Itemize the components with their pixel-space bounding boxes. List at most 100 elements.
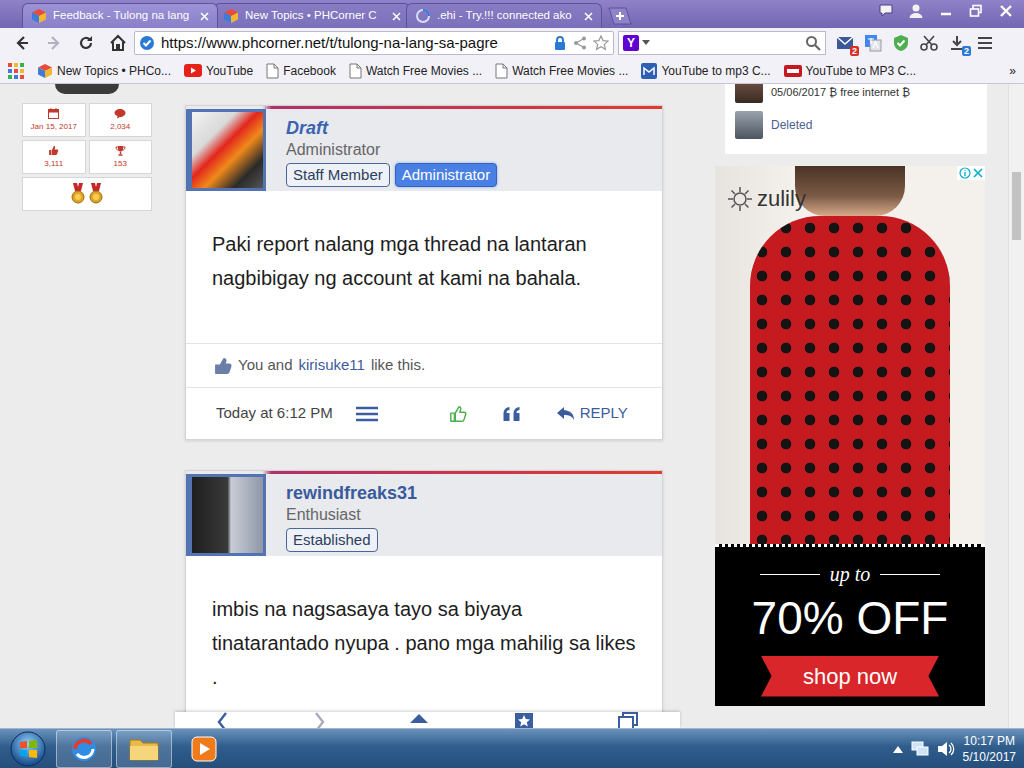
stat-box[interactable]: 2,034	[89, 103, 153, 137]
magnifier-icon[interactable]	[805, 35, 821, 51]
liker-link[interactable]: kirisuke11	[299, 354, 365, 377]
scissors-icon[interactable]	[918, 32, 940, 54]
mail-icon[interactable]: 2	[834, 32, 856, 54]
ad-close-icon[interactable]	[973, 168, 983, 178]
browser-tab[interactable]: .ehi - Try.!!! connected ako	[406, 3, 602, 28]
reply-button[interactable]: REPLY	[557, 402, 628, 425]
bookmark-label[interactable]: YouTube to mp3 C...	[661, 62, 770, 80]
quote-icon[interactable]	[503, 407, 521, 421]
ad-choices[interactable]	[957, 166, 985, 180]
url-text[interactable]: https://www.phcorner.net/t/tulong-na-lan…	[161, 32, 547, 55]
brand-name[interactable]: zulily	[757, 182, 806, 215]
stat-box[interactable]: Jan 15, 2017	[22, 103, 86, 137]
bookmark-star-icon[interactable]	[593, 35, 609, 51]
more-bookmarks-button[interactable]: »	[1009, 62, 1016, 80]
start-orb-icon[interactable]	[0, 729, 56, 768]
ad-info-icon[interactable]	[959, 167, 971, 179]
bookmark-label[interactable]: YouTube to MP3 C...	[806, 62, 917, 80]
browser-tab[interactable]: Feedback - Tulong na lang	[22, 3, 218, 28]
stat-box[interactable]: 153	[89, 140, 153, 174]
network-icon[interactable]	[911, 741, 929, 757]
author-avatar[interactable]	[186, 109, 266, 191]
show-hidden-icons-icon[interactable]	[893, 745, 903, 753]
reply-label[interactable]: REPLY	[580, 402, 628, 425]
bookmark-label[interactable]: Watch Free Movies ...	[512, 62, 628, 80]
downloads-icon[interactable]: 2	[946, 32, 968, 54]
post-menu-icon[interactable]	[355, 406, 379, 422]
bookmark-item[interactable]: YouTube to MP3 C...	[784, 62, 917, 80]
tab-label[interactable]: New Topics • PHCorner C	[245, 7, 386, 24]
star-nav-icon[interactable]	[513, 715, 535, 728]
back-arrow-icon[interactable]	[6, 29, 38, 57]
search-box[interactable]: Y	[618, 31, 826, 55]
forward-arrow-icon[interactable]	[38, 29, 70, 57]
author-name[interactable]: Draft	[286, 117, 497, 139]
profile-icon[interactable]	[904, 2, 928, 20]
bookmark-item[interactable]: New Topics • PHCo...	[37, 62, 171, 80]
stat-value[interactable]: 153	[114, 158, 127, 170]
chat-icon[interactable]	[874, 2, 898, 20]
ad-logo[interactable]: zulily	[727, 182, 806, 215]
restore-icon[interactable]	[964, 2, 988, 20]
back-nav-icon[interactable]	[216, 715, 230, 728]
clock-time[interactable]: 10:17 PM	[963, 733, 1016, 749]
stat-box[interactable]: 3,111	[22, 140, 86, 174]
activity-label[interactable]: 05/06/2017 ₿ free internet ₿	[771, 84, 910, 101]
chrome-menu-icon[interactable]	[974, 32, 996, 54]
bookmark-label[interactable]: New Topics • PHCo...	[57, 62, 171, 80]
reload-icon[interactable]	[70, 29, 102, 57]
bookmark-item[interactable]: Watch Free Movies ...	[495, 62, 628, 80]
minimize-icon[interactable]	[934, 2, 958, 20]
translate-icon[interactable]	[862, 32, 884, 54]
apps-grid-icon[interactable]	[8, 63, 24, 79]
bookmark-label[interactable]: Watch Free Movies ...	[366, 62, 482, 80]
browser-app-icon[interactable]	[56, 730, 112, 768]
browser-tab[interactable]: New Topics • PHCorner C	[214, 3, 410, 28]
home-icon[interactable]	[102, 29, 134, 57]
like-thumb-icon[interactable]	[449, 405, 467, 423]
bookmark-item[interactable]: Facebook	[266, 62, 336, 80]
activity-item[interactable]: Deleted	[735, 110, 977, 140]
close-window-icon[interactable]	[994, 2, 1018, 20]
bookmark-item[interactable]: YouTube to mp3 C...	[641, 62, 770, 80]
volume-icon[interactable]	[937, 741, 955, 757]
bookmark-label[interactable]: YouTube	[206, 62, 253, 80]
tab-close-icon[interactable]	[584, 12, 593, 21]
post-date[interactable]: Today at 6:12 PM	[216, 402, 333, 425]
activity-label[interactable]: Deleted	[771, 116, 812, 134]
advertisement[interactable]: zulily up to70% OFFshop now	[715, 166, 985, 706]
forward-nav-icon[interactable]	[312, 715, 326, 728]
folder-icon[interactable]	[116, 730, 172, 768]
web-page: Jan 15, 20172,0343,111153 DraftAdministr…	[0, 84, 1024, 728]
author-name[interactable]: rewindfreaks31	[286, 482, 417, 504]
activity-item[interactable]: 05/06/2017 ₿ free internet ₿	[735, 84, 977, 104]
stat-value[interactable]: Jan 15, 2017	[31, 121, 77, 133]
brand-sun-icon	[727, 186, 753, 212]
tab-close-icon[interactable]	[200, 12, 209, 21]
stat-value[interactable]: 3,111	[44, 158, 63, 170]
tab-label[interactable]: .ehi - Try.!!! connected ako	[437, 7, 578, 24]
new-tab-icon[interactable]	[606, 7, 634, 25]
clock[interactable]: 10:17 PM5/10/2017	[963, 733, 1016, 765]
tab-label[interactable]: Feedback - Tulong na lang	[53, 7, 194, 24]
ad-photo[interactable]: zulily	[715, 166, 985, 544]
stat-value[interactable]: 2,034	[110, 121, 130, 133]
bookmark-label[interactable]: Facebook	[283, 62, 336, 80]
verified-shield-icon	[139, 35, 155, 51]
search-engine-logo[interactable]: Y	[623, 35, 639, 51]
media-player-icon[interactable]	[176, 730, 232, 768]
up-nav-icon[interactable]	[408, 715, 430, 728]
tab-close-icon[interactable]	[392, 12, 401, 21]
scrollbar-thumb[interactable]	[1012, 172, 1021, 240]
security-shield-icon[interactable]	[890, 32, 912, 54]
windows-nav-icon[interactable]	[617, 715, 639, 728]
author-avatar[interactable]	[186, 474, 266, 556]
address-bar[interactable]: https://www.phcorner.net/t/tulong-na-lan…	[134, 31, 614, 55]
bookmark-item[interactable]: Watch Free Movies ...	[349, 62, 482, 80]
bookmark-item[interactable]: YouTube	[184, 62, 253, 80]
clock-date[interactable]: 5/10/2017	[963, 749, 1016, 765]
scrollbar[interactable]	[1008, 84, 1024, 728]
ad-offer[interactable]: up to70% OFFshop now	[715, 544, 985, 706]
shop-now-button[interactable]: shop now	[761, 656, 939, 697]
share-icon[interactable]	[573, 36, 587, 50]
